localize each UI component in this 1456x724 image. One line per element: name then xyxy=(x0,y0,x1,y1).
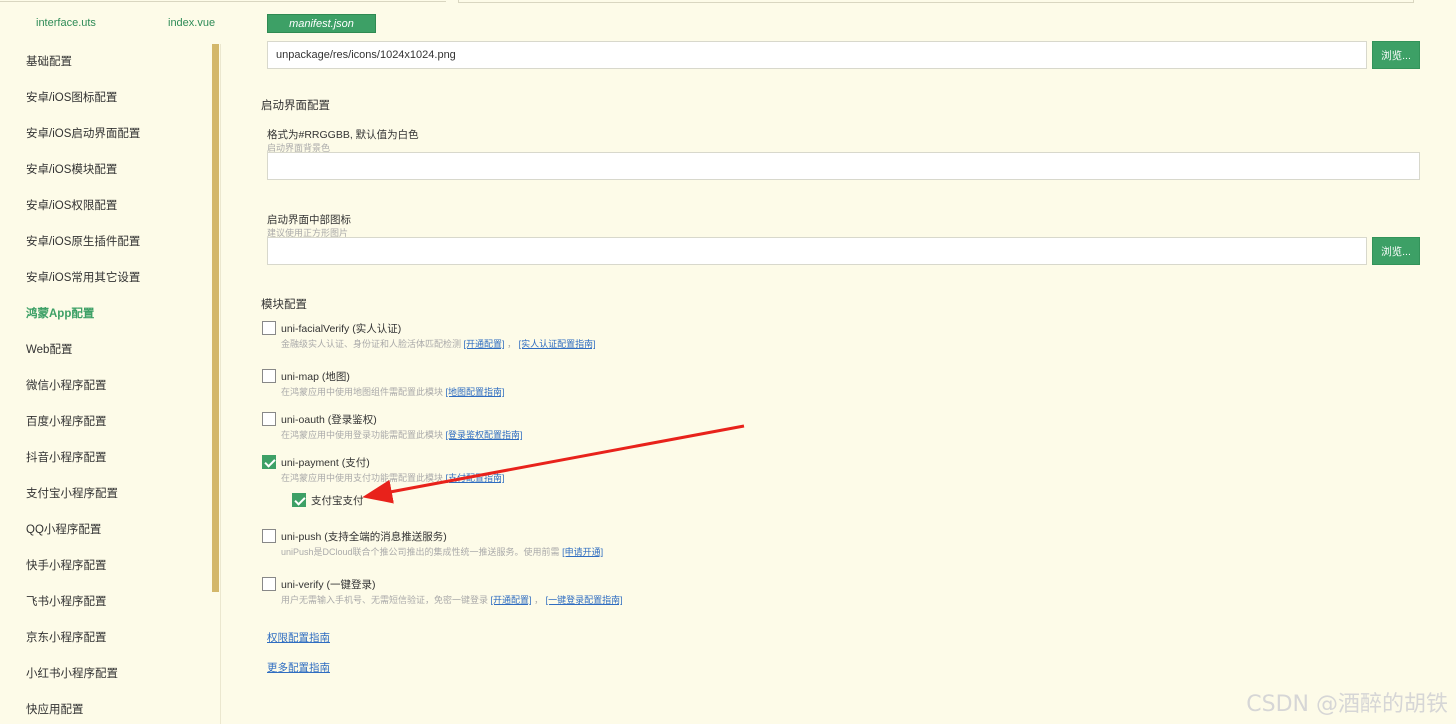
watermark: CSDN @酒醉的胡铁 xyxy=(1246,692,1448,717)
red-arrow-annotation xyxy=(362,424,745,504)
arrow-line xyxy=(362,424,745,504)
